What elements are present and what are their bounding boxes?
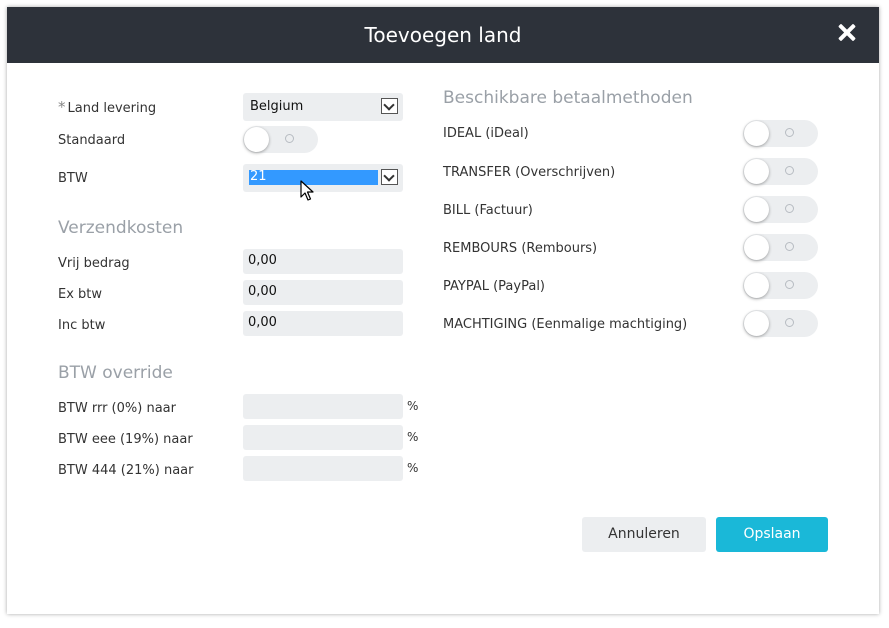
- ex-vat-input[interactable]: 0,00: [243, 280, 403, 305]
- toggle-off-icon: [785, 128, 794, 137]
- vat-override-label: BTW rrr (0%) naar: [58, 401, 176, 416]
- payment-method-toggle[interactable]: [743, 272, 818, 299]
- mouse-pointer-icon: [300, 180, 314, 201]
- toggle-off-icon: [785, 280, 794, 289]
- save-button[interactable]: Opslaan: [716, 517, 828, 552]
- toggle-off-icon: [285, 134, 294, 143]
- toggle-knob: [744, 235, 769, 260]
- payment-method-label: IDEAL (iDeal): [443, 126, 529, 141]
- vat-override-input[interactable]: [243, 456, 403, 481]
- vat-override-heading: BTW override: [58, 363, 173, 383]
- country-label: * Land levering: [58, 98, 156, 116]
- payment-method-toggle[interactable]: [743, 310, 818, 337]
- vat-label: BTW: [58, 171, 88, 186]
- toggle-knob: [744, 273, 769, 298]
- inc-vat-input[interactable]: 0,00: [243, 311, 403, 336]
- payment-method-toggle[interactable]: [743, 234, 818, 261]
- dialog-title: Toevoegen land: [364, 23, 522, 47]
- required-marker: *: [58, 98, 66, 116]
- payment-method-label: MACHTIGING (Eenmalige machtiging): [443, 317, 688, 332]
- toggle-off-icon: [785, 204, 794, 213]
- standard-toggle[interactable]: [243, 126, 318, 153]
- toggle-knob: [244, 127, 269, 152]
- toggle-knob: [744, 121, 769, 146]
- toggle-knob: [744, 311, 769, 336]
- payment-method-label: REMBOURS (Rembours): [443, 241, 598, 256]
- percent-unit: %: [407, 430, 419, 444]
- toggle-off-icon: [785, 318, 794, 327]
- chevron-down-icon[interactable]: [381, 98, 398, 114]
- vat-override-label: BTW 444 (21%) naar: [58, 463, 194, 478]
- free-amount-label: Vrij bedrag: [58, 256, 130, 271]
- vat-override-input[interactable]: [243, 425, 403, 450]
- vat-select-value: 21: [250, 169, 267, 184]
- country-select[interactable]: Belgium: [243, 93, 403, 121]
- shipping-heading: Verzendkosten: [58, 218, 184, 238]
- toggle-knob: [744, 159, 769, 184]
- percent-unit: %: [407, 399, 419, 413]
- payment-method-toggle[interactable]: [743, 196, 818, 223]
- add-country-dialog: Toevoegen land * Land levering Belgium St…: [7, 7, 879, 614]
- toggle-knob: [744, 197, 769, 222]
- free-amount-input[interactable]: 0,00: [243, 249, 403, 274]
- close-icon[interactable]: [835, 21, 859, 45]
- standard-label: Standaard: [58, 133, 126, 148]
- ex-vat-label: Ex btw: [58, 287, 103, 302]
- toggle-off-icon: [785, 242, 794, 251]
- toggle-off-icon: [785, 166, 794, 175]
- vat-override-input[interactable]: [243, 394, 403, 419]
- inc-vat-label: Inc btw: [58, 318, 106, 333]
- cancel-button[interactable]: Annuleren: [582, 517, 706, 552]
- payment-method-label: BILL (Factuur): [443, 203, 533, 218]
- country-select-value: Belgium: [250, 99, 304, 114]
- percent-unit: %: [407, 461, 419, 475]
- payment-method-label: TRANSFER (Overschrijven): [443, 165, 616, 180]
- payment-method-toggle[interactable]: [743, 120, 818, 147]
- country-label-text: Land levering: [67, 101, 157, 116]
- chevron-down-icon[interactable]: [381, 169, 398, 185]
- vat-override-label: BTW eee (19%) naar: [58, 432, 193, 447]
- payment-method-toggle[interactable]: [743, 158, 818, 185]
- payment-methods-heading: Beschikbare betaalmethoden: [443, 88, 693, 108]
- payment-method-label: PAYPAL (PayPal): [443, 279, 546, 294]
- dialog-titlebar: Toevoegen land: [7, 7, 879, 63]
- vat-select[interactable]: 21: [243, 164, 403, 192]
